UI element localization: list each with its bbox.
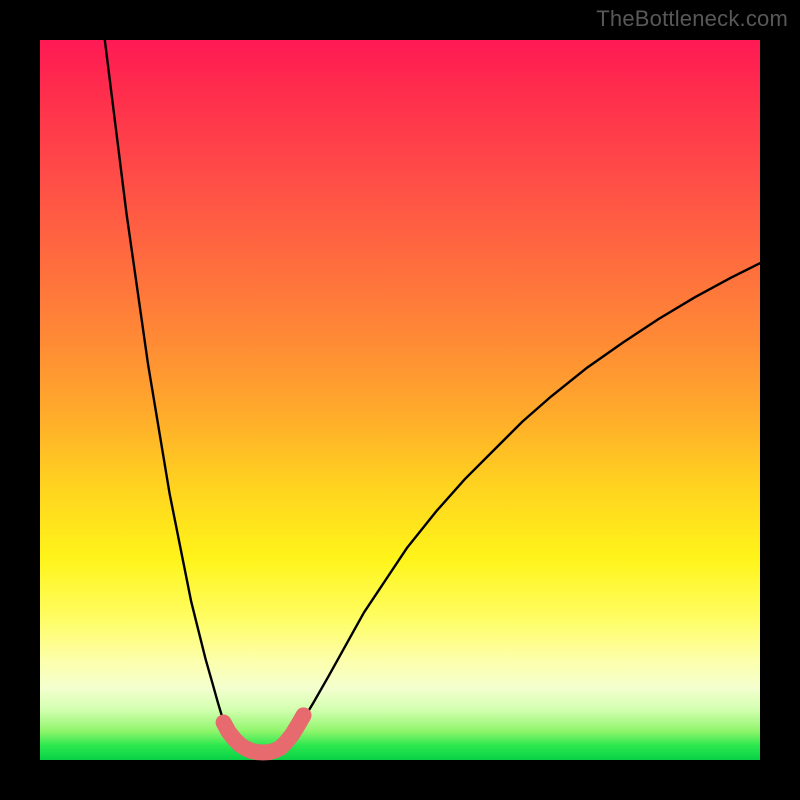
highlight-line [224,715,304,752]
right-branch-line [283,263,760,747]
chart-svg [40,40,760,760]
watermark-text: TheBottleneck.com [596,6,788,32]
plot-area [40,40,760,760]
chart-frame: TheBottleneck.com [0,0,800,800]
left-branch-line [105,40,242,747]
